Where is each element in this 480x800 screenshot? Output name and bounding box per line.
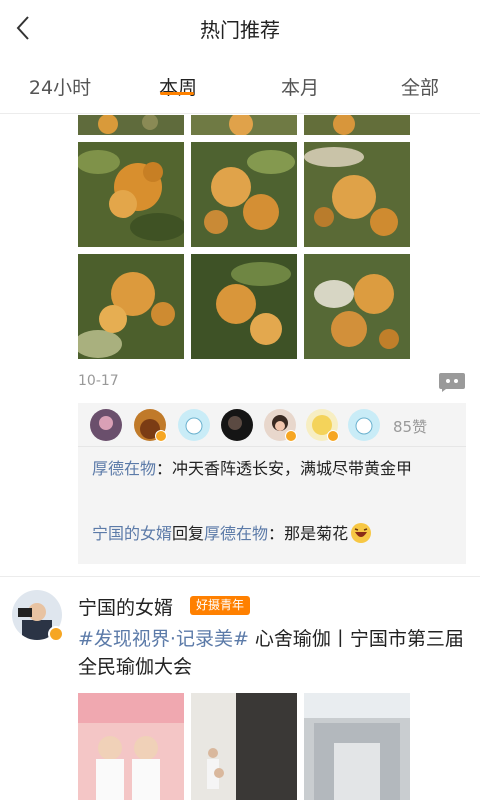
hashtag-link[interactable]: #发现视界·记录美# xyxy=(78,628,249,650)
author-tag-badge: 好摄青年 xyxy=(190,596,251,615)
post-photo[interactable] xyxy=(304,693,410,800)
liker-avatar[interactable] xyxy=(264,409,297,442)
post-photo[interactable] xyxy=(304,115,410,135)
post-date: 10-17 xyxy=(78,373,119,389)
comment-text: 那是菊花 xyxy=(284,524,349,543)
comment-2[interactable]: 宁国的女婿回复厚德在物：那是菊花 xyxy=(92,522,452,545)
laughing-emoji-icon xyxy=(351,523,372,543)
verified-badge xyxy=(155,430,167,442)
liker-avatar[interactable] xyxy=(90,409,122,441)
comment-user[interactable]: 宁国的女婿 xyxy=(92,524,172,543)
tab-bar: 24小时 本周 本月 全部 xyxy=(0,56,480,114)
post-photo[interactable] xyxy=(191,142,297,247)
liker-avatar[interactable] xyxy=(134,409,167,442)
like-count[interactable]: 85赞 xyxy=(393,416,427,437)
post-photo[interactable] xyxy=(304,142,410,247)
post-photo[interactable] xyxy=(78,142,184,247)
comment-button[interactable] xyxy=(438,371,466,393)
post-photo[interactable] xyxy=(304,254,410,359)
header: 热门推荐 xyxy=(0,0,480,56)
screen: 热门推荐 24小时 本周 本月 全部 10-17 85赞 厚德在物：冲天香阵透长… xyxy=(0,0,480,800)
liker-avatar[interactable] xyxy=(348,409,380,441)
verified-badge xyxy=(48,626,64,642)
post-photo[interactable] xyxy=(78,254,184,359)
tab-24h[interactable]: 24小时 xyxy=(0,73,120,100)
post-photo[interactable] xyxy=(191,115,297,135)
active-tab-indicator xyxy=(160,92,194,95)
liker-avatar[interactable] xyxy=(306,409,339,442)
liker-avatar[interactable] xyxy=(221,409,253,441)
comment-1[interactable]: 厚德在物：冲天香阵透长安，满城尽带黄金甲 xyxy=(92,457,452,480)
tab-all[interactable]: 全部 xyxy=(360,73,480,100)
verified-badge xyxy=(327,430,339,442)
post-text[interactable]: #发现视界·记录美# 心舍瑜伽丨宁国市第三届全民瑜伽大会 xyxy=(78,625,468,681)
author-name[interactable]: 宁国的女婿 xyxy=(78,593,173,620)
post-photo[interactable] xyxy=(191,254,297,359)
feed[interactable]: 10-17 85赞 厚德在物：冲天香阵透长安，满城尽带黄金甲 宁国的女婿回复厚德… xyxy=(0,115,480,800)
verified-badge xyxy=(285,430,297,442)
page-title: 热门推荐 xyxy=(200,18,280,42)
tab-this-month[interactable]: 本月 xyxy=(240,73,360,100)
tab-this-week[interactable]: 本周 xyxy=(118,73,238,100)
likes-row: 85赞 xyxy=(78,403,466,447)
post-photo[interactable] xyxy=(191,693,297,800)
post-divider xyxy=(0,576,480,577)
post-photo[interactable] xyxy=(78,693,184,800)
post-photo[interactable] xyxy=(78,115,184,135)
comment-icon xyxy=(439,373,465,392)
comment-text: 冲天香阵透长安，满城尽带黄金甲 xyxy=(172,459,413,478)
liker-avatar[interactable] xyxy=(178,409,210,441)
interaction-box: 85赞 厚德在物：冲天香阵透长安，满城尽带黄金甲 宁国的女婿回复厚德在物：那是菊… xyxy=(78,403,466,564)
reply-to-user[interactable]: 厚德在物 xyxy=(204,524,268,543)
comment-user[interactable]: 厚德在物 xyxy=(92,459,156,478)
